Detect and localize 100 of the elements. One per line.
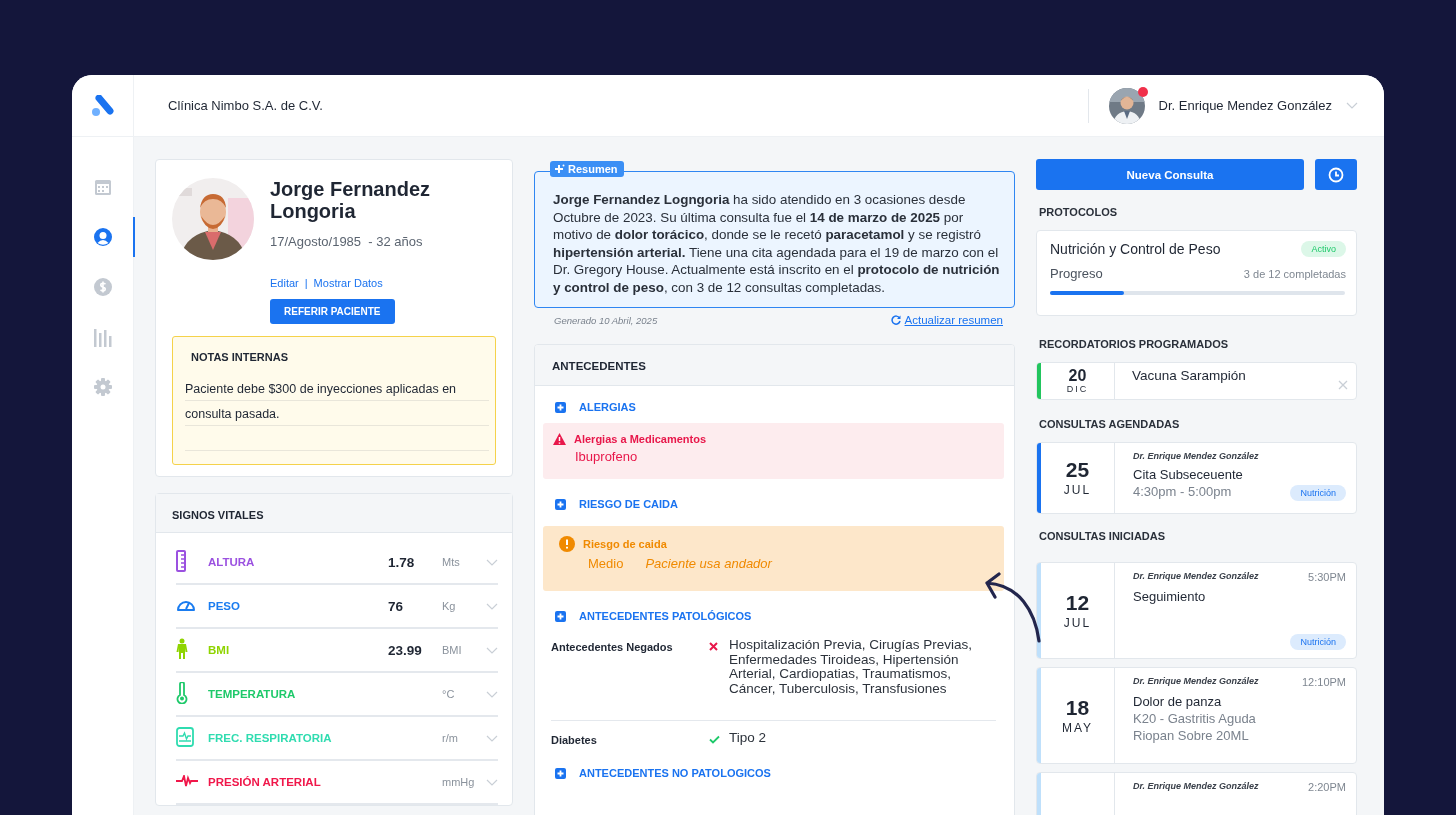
date-day: 18: [1065, 696, 1090, 719]
section-title: PROTOCOLOS: [1039, 206, 1119, 218]
vital-label: BMI: [208, 644, 231, 656]
appointment-title: Cita Subseceuente: [1133, 467, 1244, 482]
appointment-time: 5:30PM: [1308, 571, 1346, 583]
date-month: JUL: [1063, 483, 1092, 497]
plus-icon[interactable]: [555, 767, 566, 779]
refer-button[interactable]: REFERIR PACIENTE: [270, 299, 395, 324]
vital-unit: Mts: [442, 556, 461, 568]
new-consultation-button[interactable]: Nueva Consulta: [1036, 159, 1304, 190]
pulse-icon: [176, 775, 198, 787]
chevron-down-icon[interactable]: [486, 602, 498, 610]
section-title: CONSULTAS INICIADAS: [1039, 530, 1167, 542]
reminder-card[interactable]: 20 DIC Vacuna Sarampión: [1036, 362, 1357, 400]
warning-icon: [553, 433, 566, 445]
protocol-card[interactable]: Nutrición y Control de Peso Activo Progreso 3 de 12 completadas: [1036, 230, 1357, 316]
vital-unit: r/m: [442, 732, 459, 744]
calendar-icon: [93, 178, 112, 196]
chevron-down-icon[interactable]: [1346, 102, 1358, 109]
appointment-card[interactable]: Dr. Enrique Mendez González 2:20PM: [1036, 772, 1357, 815]
alert-value: Medio: [588, 556, 624, 571]
vital-value: 23.99: [388, 642, 422, 658]
tag: Nutrición: [1290, 634, 1346, 650]
refresh-link[interactable]: Actualizar resumen: [890, 314, 1003, 326]
chevron-down-icon[interactable]: [486, 778, 498, 786]
vital-label: ALTURA: [208, 556, 256, 568]
card-title: ANTECEDENTES: [552, 360, 646, 372]
alert-value: Ibuprofeno: [575, 449, 638, 464]
close-icon[interactable]: [1338, 380, 1348, 390]
gauge-icon: [176, 598, 196, 612]
user-name[interactable]: Dr. Enrique Mendez González: [1158, 98, 1332, 113]
appointment-time: 12:10PM: [1301, 676, 1346, 688]
appointment-detail: Riopan Sobre 20ML: [1133, 728, 1249, 743]
alert-title: Riesgo de caida: [583, 538, 667, 550]
vital-unit: Kg: [442, 600, 457, 612]
chevron-down-icon[interactable]: [486, 690, 498, 698]
plus-icon[interactable]: [555, 498, 566, 510]
tag: Nutrición: [1290, 485, 1346, 501]
appointment-time: 2:20PM: [1308, 781, 1346, 793]
clinic-name: Clínica Nimbo S.A. de C.V.: [168, 98, 324, 113]
bar-chart-icon: [93, 327, 112, 347]
plus-icon[interactable]: [555, 401, 566, 413]
progress-label: Progreso: [1050, 266, 1103, 281]
date-month: DIC: [1066, 384, 1089, 394]
date-day: 20: [1068, 368, 1087, 384]
exclamation-icon: [559, 536, 575, 552]
section-link[interactable]: ANTECEDENTES NO PATOLOGICOS: [579, 767, 771, 779]
show-data-link[interactable]: Mostrar Datos: [313, 277, 383, 289]
date-month: JUL: [1063, 615, 1092, 630]
history-button[interactable]: [1315, 159, 1357, 190]
chevron-down-icon[interactable]: [486, 646, 498, 654]
generated-date: Generado 10 Abril, 2025: [554, 314, 658, 326]
section-title: CONSULTAS AGENDADAS: [1039, 418, 1181, 430]
doctor-name: Dr. Enrique Mendez González: [1133, 451, 1259, 461]
vital-value: 76: [388, 598, 404, 614]
date-day: 25: [1065, 459, 1090, 481]
chevron-down-icon[interactable]: [486, 734, 498, 742]
chevron-down-icon[interactable]: [486, 558, 498, 566]
history-value: Hospitalización Previa, Cirugías Previas, Enfermedades Tiroideas, Hipertensión Arterial, Cardiopatias, Traumatismos, Cáncer, Tuberculosis, Transfusiones: [729, 638, 974, 696]
appointment-card[interactable]: 18 MAY Dr. Enrique Mendez González 12:10PM Dolor de panza K20 - Gastritis Aguda Riopan Sobre 20ML: [1036, 667, 1357, 764]
plus-icon[interactable]: [555, 610, 566, 622]
date-day: 12: [1065, 591, 1090, 614]
section-link[interactable]: ANTECEDENTES PATOLÓGICOS: [579, 610, 752, 622]
dollar-icon: [93, 278, 112, 296]
appointment-title: Dolor de panza: [1133, 694, 1223, 709]
appointment-card[interactable]: 25 JUL Dr. Enrique Mendez González Cita Subseceuente 4:30pm - 5:00pm Nutrición: [1036, 442, 1357, 514]
reminder-title: Vacuna Sarampión: [1132, 368, 1246, 385]
body-icon: [176, 638, 188, 660]
section-link[interactable]: ALERGIAS: [579, 401, 636, 413]
vital-unit: BMI: [442, 644, 463, 656]
appointment-card[interactable]: 12 JUL Dr. Enrique Mendez González 5:30PM Seguimiento Nutrición: [1036, 562, 1357, 659]
history-label: Antecedentes Negados: [551, 640, 674, 655]
separator: |: [304, 277, 308, 289]
refresh-icon: [890, 315, 901, 325]
summary-badge: Resumen: [550, 161, 624, 177]
appointment-detail: 4:30pm - 5:00pm: [1133, 484, 1232, 499]
alert-title: Alergias a Medicamentos: [574, 433, 707, 445]
section-link[interactable]: RIESGO DE CAIDA: [579, 498, 678, 510]
card-title: SIGNOS VITALES: [172, 509, 264, 521]
ruler-icon: [176, 550, 186, 572]
protocol-name: Nutrición y Control de Peso: [1050, 241, 1221, 257]
vital-label: PESO: [208, 600, 241, 612]
appointment-title: Seguimiento: [1133, 589, 1207, 604]
edit-link[interactable]: Editar: [270, 277, 299, 289]
vital-label: TEMPERATURA: [208, 688, 297, 700]
section-title: RECORDATORIOS PROGRAMADOS: [1039, 338, 1230, 350]
history-value: Tipo 2: [729, 731, 768, 746]
sparkle-icon: [555, 164, 565, 174]
logo-icon: [90, 94, 115, 117]
status-tag: Activo: [1301, 241, 1346, 257]
date-month: MAY: [1061, 720, 1094, 735]
monitor-icon: [176, 727, 194, 747]
vital-unit: °C: [442, 688, 456, 700]
vital-label: PRESIÓN ARTERIAL: [208, 776, 322, 788]
alert-note: Paciente usa andador: [645, 556, 772, 571]
clock-icon: [1328, 166, 1344, 183]
doctor-name: Dr. Enrique Mendez González: [1133, 571, 1259, 583]
vital-label: FREC. RESPIRATORIA: [208, 732, 333, 744]
progress-count: 3 de 12 completadas: [1243, 267, 1346, 280]
patient-name: Jorge Fernandez Longoria: [270, 178, 432, 222]
